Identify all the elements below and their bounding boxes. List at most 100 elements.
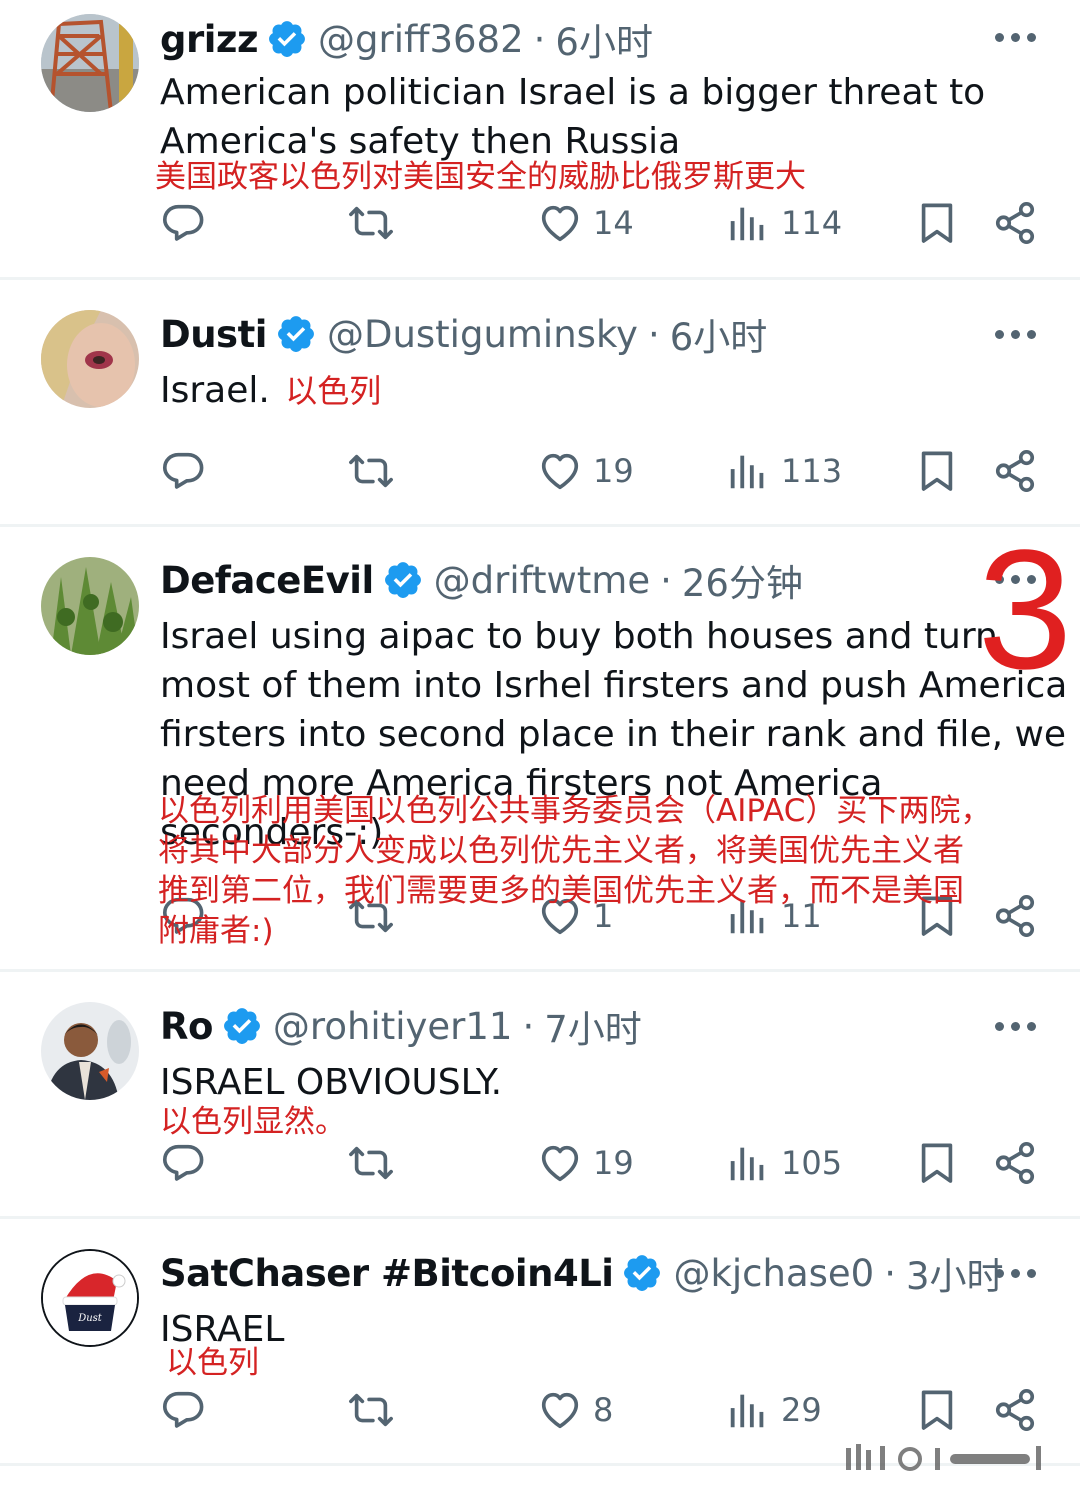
like-count: 19 [593, 452, 634, 490]
bookmark-button[interactable] [914, 1138, 970, 1188]
views-icon [725, 200, 771, 246]
share-icon [992, 448, 1038, 494]
share-button[interactable] [992, 446, 1048, 496]
avatar-image [41, 1002, 139, 1100]
repost-button[interactable] [348, 446, 404, 496]
timestamp[interactable]: 3小时 [906, 1246, 1004, 1300]
tweet-5[interactable]: Dust SatChaser #Bitcoin4Li @kjchase0 · 3… [0, 1219, 1080, 1464]
repost-button[interactable] [348, 1385, 404, 1435]
avatar[interactable] [41, 310, 139, 408]
views-icon [725, 1140, 771, 1186]
handle[interactable]: @rohitiyer11 [273, 1005, 513, 1048]
bookmark-icon [914, 200, 960, 246]
bookmark-icon [914, 1140, 960, 1186]
action-bar: 19 105 [0, 1138, 1080, 1188]
like-button[interactable]: 14 [537, 198, 634, 248]
handle[interactable]: @griff3682 [318, 18, 524, 61]
tweet-1[interactable]: grizz @griff3682 · 6小时 American politici… [0, 0, 1080, 278]
display-name[interactable]: grizz [160, 18, 259, 61]
bookmark-button[interactable] [914, 198, 970, 248]
reply-icon [160, 1140, 206, 1186]
share-button[interactable] [992, 1138, 1048, 1188]
more-options-icon[interactable] [995, 1269, 1037, 1281]
avatar[interactable] [41, 557, 139, 655]
action-bar: 14 114 [0, 198, 1080, 248]
translation: 以色列显然。 [160, 1104, 346, 1140]
action-bar: 8 29 [0, 1385, 1080, 1435]
share-button[interactable] [992, 198, 1048, 248]
heart-icon [537, 200, 583, 246]
like-count: 8 [593, 1391, 614, 1429]
view-count: 29 [781, 1391, 822, 1429]
reply-button[interactable] [160, 446, 216, 496]
timestamp[interactable]: 6小时 [555, 12, 653, 66]
like-count: 19 [593, 1144, 634, 1182]
views-button[interactable]: 29 [725, 1385, 822, 1435]
like-button[interactable]: 19 [537, 446, 634, 496]
tweet-text: Israel. 以色列 [160, 366, 1050, 415]
reply-icon [160, 448, 206, 494]
views-button[interactable]: 113 [725, 446, 842, 496]
like-count: 14 [593, 204, 634, 242]
tweet-2[interactable]: Dusti @Dustiguminsky · 6小时 Israel. 以色列 1… [0, 280, 1080, 525]
timestamp[interactable]: 6小时 [670, 307, 768, 361]
views-button[interactable]: 105 [725, 1138, 842, 1188]
translation: 以色列 [285, 372, 382, 410]
annotation-number-text: 3 [978, 528, 1072, 678]
bookmark-button[interactable] [914, 1385, 970, 1435]
tweet-text: ISRAEL [160, 1305, 1050, 1354]
translation-line: 推到第二位，我们需要更多的美国优先主义者，而不是美国 [158, 873, 964, 909]
verified-badge-icon [275, 313, 317, 355]
verified-badge-icon [266, 18, 308, 60]
display-name[interactable]: DefaceEvil [160, 559, 374, 602]
bookmark-icon [914, 1387, 960, 1433]
tweet-4[interactable]: Ro @rohitiyer11 · 7小时 ISRAEL OBVIOUSLY. … [0, 972, 1080, 1217]
more-options-icon[interactable] [995, 1022, 1037, 1034]
repost-button[interactable] [348, 198, 404, 248]
avatar-image [41, 557, 139, 655]
display-name[interactable]: Ro [160, 1005, 213, 1048]
share-icon [992, 893, 1038, 939]
avatar[interactable] [41, 1002, 139, 1100]
like-button[interactable]: 8 [537, 1385, 613, 1435]
handle[interactable]: @kjchase0 [673, 1252, 874, 1295]
verified-badge-icon [221, 1005, 263, 1047]
separator-dot: · [522, 1004, 535, 1048]
separator-dot: · [647, 312, 660, 356]
views-button[interactable]: 114 [725, 198, 842, 248]
display-name[interactable]: SatChaser #Bitcoin4Li [160, 1252, 614, 1295]
tweet-3[interactable]: DefaceEvil @driftwtme · 26分钟 Israel usin… [0, 527, 1080, 970]
reply-button[interactable] [160, 1385, 216, 1435]
bookmark-button[interactable] [914, 446, 970, 496]
views-icon [725, 448, 771, 494]
reply-button[interactable] [160, 1138, 216, 1188]
separator-dot: · [660, 558, 672, 602]
watermark-logo [846, 1444, 1041, 1471]
share-button[interactable] [992, 1385, 1048, 1435]
view-count: 105 [781, 1144, 843, 1182]
repost-icon [348, 200, 394, 246]
more-options-icon[interactable] [995, 330, 1037, 342]
more-options-icon[interactable] [995, 33, 1037, 45]
reply-button[interactable] [160, 198, 216, 248]
view-count: 113 [781, 452, 843, 490]
share-button[interactable] [992, 891, 1048, 941]
like-button[interactable]: 19 [537, 1138, 634, 1188]
handle[interactable]: @Dustiguminsky [327, 313, 638, 356]
avatar-image [41, 14, 139, 112]
repost-icon [348, 1387, 394, 1433]
timestamp[interactable]: 26分钟 [682, 553, 803, 607]
reply-icon [160, 200, 206, 246]
tweet-text: ISRAEL OBVIOUSLY. [160, 1058, 1050, 1107]
view-count: 114 [781, 204, 843, 242]
handle[interactable]: @driftwtme [434, 559, 650, 602]
display-name[interactable]: Dusti [160, 313, 267, 356]
translation: 以色列 [166, 1345, 259, 1381]
timestamp[interactable]: 7小时 [544, 999, 642, 1053]
repost-icon [348, 448, 394, 494]
repost-button[interactable] [348, 1138, 404, 1188]
bookmark-icon [914, 448, 960, 494]
avatar[interactable]: Dust [41, 1249, 139, 1347]
avatar[interactable] [41, 14, 139, 112]
verified-badge-icon [382, 559, 424, 601]
